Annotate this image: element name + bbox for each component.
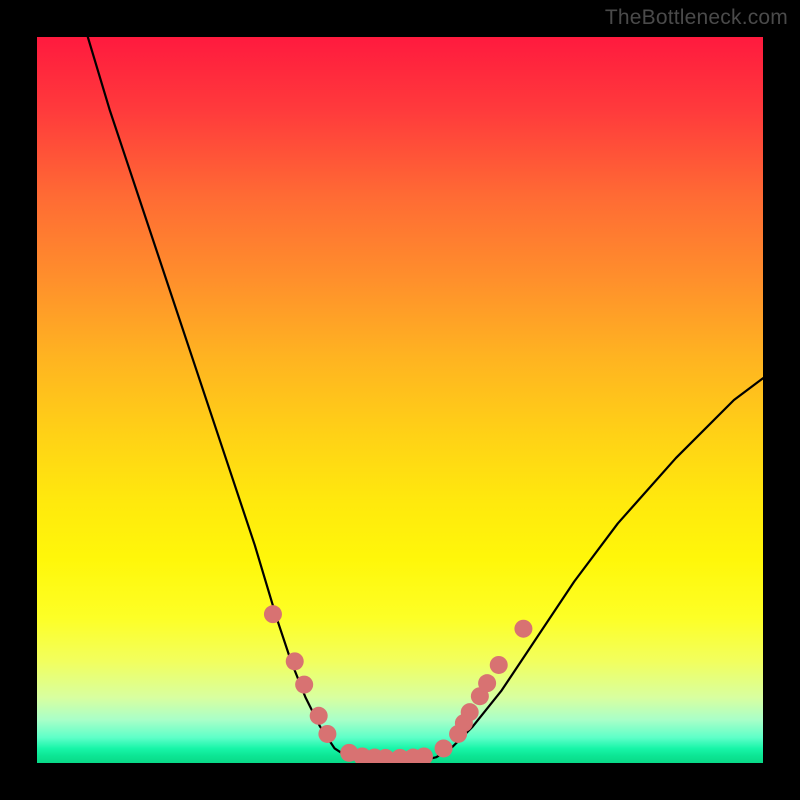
marker-dot — [461, 703, 479, 721]
curve-right-branch — [422, 378, 763, 761]
marker-dots — [264, 605, 532, 763]
curve-left-branch — [88, 37, 364, 761]
watermark-text: TheBottleneck.com — [605, 6, 788, 30]
marker-dot — [514, 620, 532, 638]
marker-dot — [264, 605, 282, 623]
marker-dot — [435, 739, 453, 757]
chart-svg — [37, 37, 763, 763]
marker-dot — [415, 747, 433, 763]
plot-area — [37, 37, 763, 763]
marker-dot — [286, 652, 304, 670]
marker-dot — [490, 656, 508, 674]
marker-dot — [478, 674, 496, 692]
marker-dot — [318, 725, 336, 743]
marker-dot — [295, 676, 313, 694]
curve-lines — [88, 37, 763, 761]
marker-dot — [310, 707, 328, 725]
